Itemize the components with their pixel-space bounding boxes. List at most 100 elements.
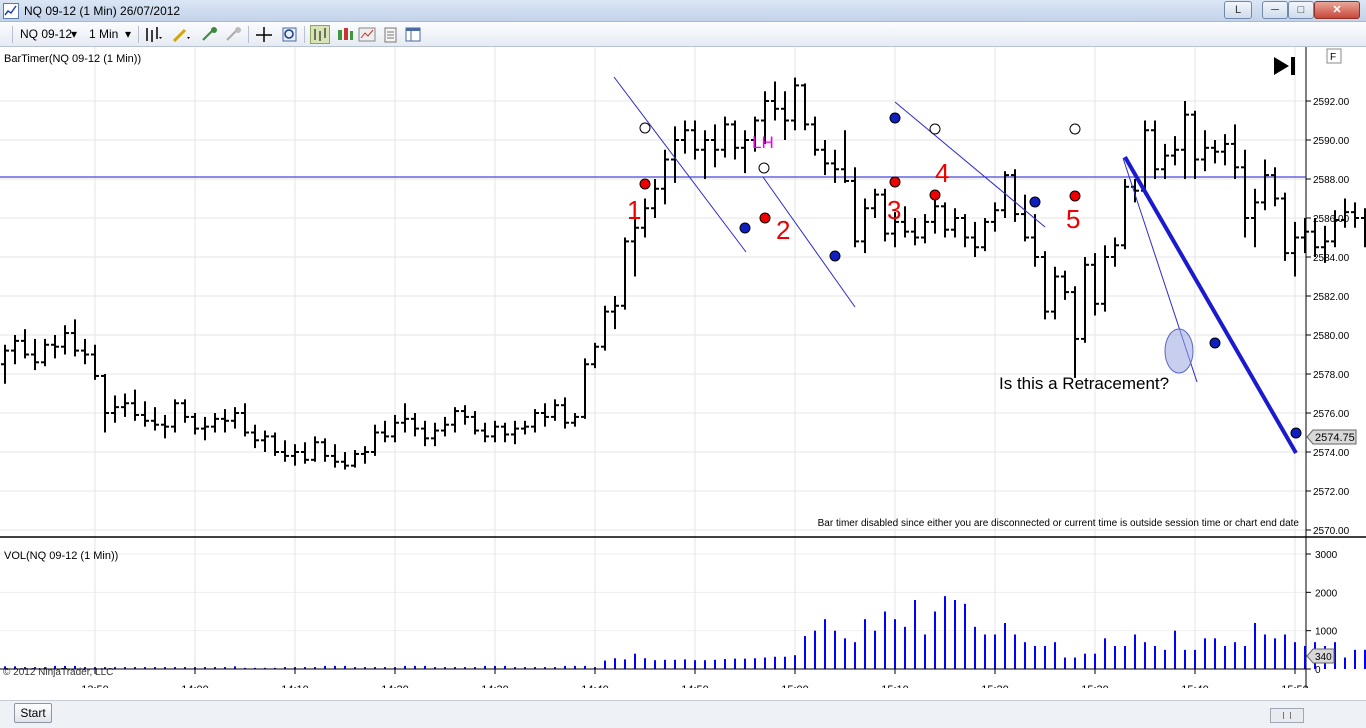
f-button[interactable]: F	[1326, 48, 1342, 64]
ohlc-bar	[231, 407, 239, 429]
last-volume-flag: 340	[1306, 648, 1335, 664]
ohlc-bar	[211, 413, 219, 433]
ohlc-bar	[871, 188, 879, 218]
drawing-tools-icon[interactable]	[171, 25, 191, 44]
trendlines-layer	[613, 76, 1298, 455]
red-dot-marker	[639, 178, 651, 190]
ohlc-bar	[1361, 208, 1366, 248]
chart-trader-icon[interactable]	[357, 25, 377, 44]
ohlc-bar	[951, 208, 959, 238]
annotation-texts: LH 1 2 3 4 5 Is this a Retracement? BarT…	[3, 53, 1299, 678]
ohlc-bar	[1291, 221, 1299, 277]
close-button[interactable]: ✕	[1314, 1, 1360, 19]
template-icon[interactable]	[403, 25, 423, 44]
y-tick-label: 2582.00	[1313, 292, 1350, 303]
interval-selector[interactable]: 1 Min	[89, 26, 118, 43]
ohlc-bar	[51, 335, 59, 359]
ohlc-bar	[991, 202, 999, 232]
ohlc-bar	[941, 202, 949, 238]
ohlc-bar	[491, 420, 499, 443]
ohlc-bar	[1111, 237, 1119, 267]
ohlc-bar	[1, 344, 9, 384]
x-tick-label: 15:20	[981, 684, 1009, 688]
play-end-icon[interactable]	[1274, 57, 1295, 75]
x-tick-label: 14:10	[281, 684, 309, 688]
ohlc-bar	[71, 319, 79, 357]
ohlc-bar	[291, 444, 299, 466]
ohlc-bar	[191, 413, 199, 435]
ohlc-bar	[811, 116, 819, 156]
trendline[interactable]	[613, 76, 747, 253]
ohlc-bar	[411, 413, 419, 437]
ohlc-bar	[81, 338, 89, 365]
ohlc-bar	[541, 403, 549, 427]
ohlc-bar	[551, 399, 559, 421]
strategy-icon[interactable]	[224, 25, 244, 44]
chevron-down-icon[interactable]: ▾	[125, 26, 131, 43]
ohlc-bar	[711, 124, 719, 168]
add-indicator-icon[interactable]	[200, 25, 220, 44]
trendline[interactable]	[894, 101, 1046, 228]
ohlc-bar	[391, 414, 399, 443]
ohlc-bar	[1121, 179, 1129, 250]
ohlc-bar	[1161, 143, 1169, 179]
ohlc-bar	[841, 130, 849, 183]
y-tick-label: 2580.00	[1313, 331, 1350, 342]
chart-area[interactable]: LH 1 2 3 4 5 Is this a Retracement? BarT…	[0, 47, 1366, 688]
ohlc-bar	[1191, 110, 1199, 179]
thick-trendline[interactable]	[1123, 155, 1298, 455]
markers-layer	[639, 112, 1302, 439]
scroll-thumb[interactable]	[1283, 712, 1291, 719]
chart-style-icon[interactable]	[310, 25, 330, 44]
ohlc-bar	[311, 436, 319, 462]
app-chart-icon	[3, 3, 19, 19]
chevron-down-icon[interactable]: ▾	[71, 26, 77, 43]
red-dot-marker	[1069, 190, 1081, 202]
link-button[interactable]: L	[1224, 1, 1252, 19]
ohlc-bar	[361, 446, 369, 464]
blue-dot-marker	[1029, 196, 1041, 208]
ohlc-bar	[1091, 253, 1099, 316]
ohlc-bar	[861, 198, 869, 254]
x-tick-label: 15:30	[1081, 684, 1109, 688]
ohlc-bar	[331, 444, 339, 468]
ohlc-bar	[591, 342, 599, 369]
swing-high-marker	[639, 122, 651, 134]
retracement-ellipse[interactable]	[1164, 328, 1194, 374]
status-bar: Start	[0, 700, 1366, 728]
volume-tick-label: 3000	[1315, 550, 1338, 561]
ohlc-bar	[441, 416, 449, 437]
ohlc-bar	[11, 335, 19, 365]
data-series-icon[interactable]	[335, 25, 355, 44]
horizontal-scrollbar[interactable]	[1270, 708, 1304, 723]
minimize-button[interactable]: ─	[1262, 1, 1288, 19]
blue-dot-marker	[1290, 427, 1302, 439]
swing-number-2: 2	[776, 215, 790, 245]
ohlc-bar	[1071, 286, 1079, 378]
blue-dot-marker	[889, 112, 901, 124]
ohlc-bar	[91, 344, 99, 380]
bar-timer-message: Bar timer disabled since either you are …	[818, 518, 1300, 529]
instrument-selector[interactable]: NQ 09-12	[20, 26, 72, 43]
ohlc-bar	[201, 416, 209, 441]
maximize-button[interactable]: □	[1288, 1, 1314, 19]
ohlc-bar	[241, 403, 249, 437]
ohlc-bar	[1271, 167, 1279, 207]
ohlc-bar	[521, 420, 529, 435]
chart-canvas[interactable]: LH 1 2 3 4 5 Is this a Retracement? BarT…	[0, 47, 1366, 688]
crosshair-icon[interactable]	[254, 25, 274, 44]
ohlc-bar	[151, 407, 159, 431]
ohlc-bar	[421, 420, 429, 447]
properties-icon[interactable]	[381, 25, 401, 44]
bar-style-icon[interactable]	[143, 25, 163, 44]
ohlc-bar	[381, 420, 389, 443]
y-tick-label: 2590.00	[1313, 136, 1350, 147]
ohlc-bar	[1221, 134, 1229, 166]
x-tick-label: 14:50	[681, 684, 709, 688]
ohlc-bar	[631, 218, 639, 277]
start-button[interactable]: Start	[14, 703, 52, 723]
x-tick-label: 15:50	[1281, 684, 1309, 688]
x-tick-label: 14:30	[481, 684, 509, 688]
zoom-icon[interactable]	[280, 25, 300, 44]
red-dot-marker	[889, 176, 901, 188]
